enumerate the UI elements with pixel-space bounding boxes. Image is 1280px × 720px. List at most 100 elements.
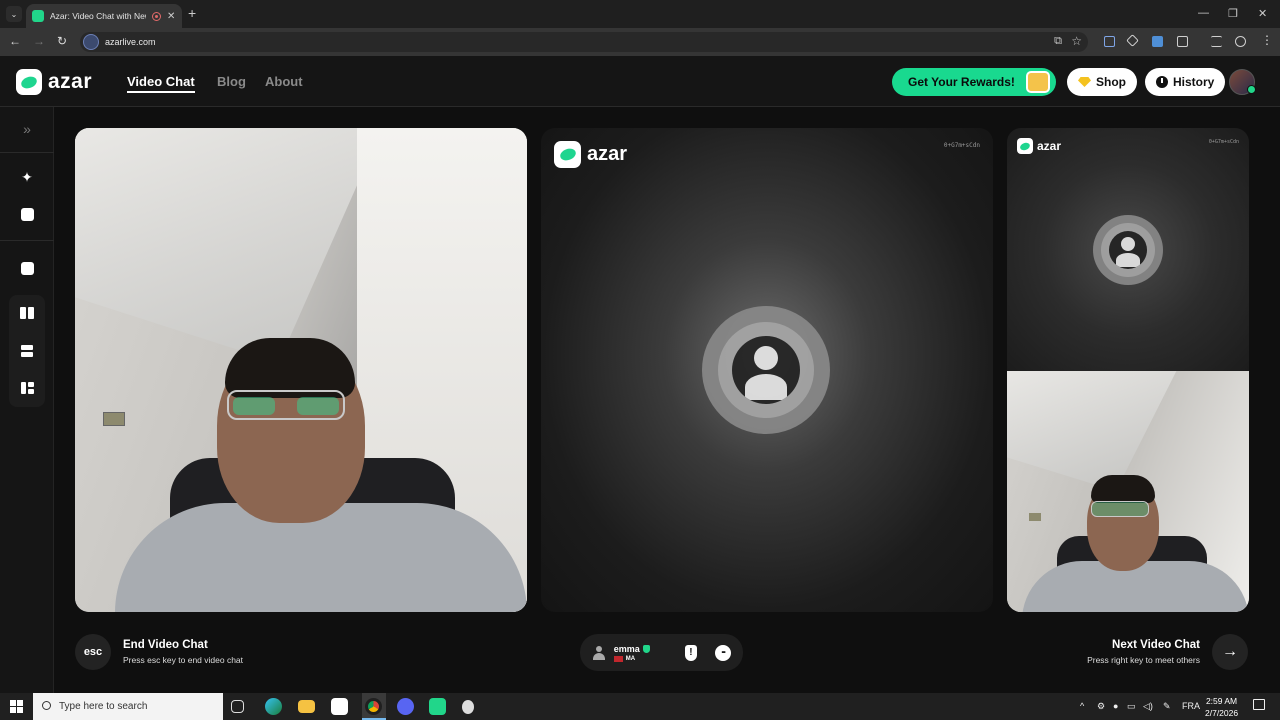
gift-icon bbox=[1026, 71, 1050, 93]
face-icon[interactable] bbox=[17, 204, 37, 224]
taskbar-clock[interactable]: 2:59 AM 2/7/2026 bbox=[1205, 695, 1238, 719]
shop-label: Shop bbox=[1096, 75, 1126, 89]
nav-blog[interactable]: Blog bbox=[217, 74, 246, 89]
azar-logo-icon bbox=[554, 141, 581, 168]
preview-watermark-text: azar bbox=[1037, 139, 1062, 153]
url-field[interactable]: azarlive.com ⧉ ☆ bbox=[80, 32, 1088, 52]
sidebar-divider bbox=[0, 240, 54, 241]
next-arrow-button[interactable]: → bbox=[1212, 634, 1248, 670]
store-icon[interactable] bbox=[331, 698, 348, 715]
volume-icon[interactable]: ◁) bbox=[1143, 701, 1153, 712]
next-chat-hint: Press right key to meet others bbox=[1087, 655, 1200, 665]
remote-watermark: azar bbox=[554, 141, 627, 168]
azar-logo-icon bbox=[16, 69, 42, 95]
dice-icon[interactable] bbox=[17, 258, 37, 278]
close-window-button[interactable]: ✕ bbox=[1258, 7, 1267, 20]
back-icon[interactable]: ← bbox=[9, 34, 21, 48]
remote-video: azar 0+G7m+sCdn bbox=[541, 128, 993, 612]
search-icon bbox=[42, 701, 51, 710]
url-text: azarlive.com bbox=[105, 37, 156, 47]
partner-info-bar: emma MA ! ••• bbox=[580, 634, 743, 671]
layout-grid-icon[interactable] bbox=[17, 378, 37, 398]
file-explorer-icon[interactable] bbox=[298, 700, 315, 713]
history-label: History bbox=[1173, 75, 1215, 89]
rewards-label: Get Your Rewards! bbox=[908, 75, 1015, 89]
tab-close-button[interactable]: ✕ bbox=[167, 11, 175, 22]
nav-video-chat[interactable]: Video Chat bbox=[127, 74, 195, 93]
self-preview-video bbox=[1007, 371, 1249, 612]
extension-blue-icon[interactable] bbox=[1152, 36, 1163, 47]
next-chat-title: Next Video Chat bbox=[1112, 639, 1200, 651]
reload-icon[interactable]: ↻ bbox=[57, 34, 67, 48]
pen-icon[interactable]: ✎ bbox=[1163, 701, 1171, 712]
azar-app-icon[interactable] bbox=[429, 698, 446, 715]
azar-favicon-icon bbox=[32, 10, 44, 22]
person-icon bbox=[732, 336, 800, 404]
remote-watermark-text: azar bbox=[587, 143, 628, 165]
recording-icon bbox=[152, 11, 161, 21]
layout-stack-icon[interactable] bbox=[17, 341, 37, 361]
microphone-icon[interactable]: ● bbox=[1113, 701, 1118, 711]
more-menu-icon[interactable]: ⋮ bbox=[1261, 33, 1273, 47]
magic-wand-icon[interactable]: ✦ bbox=[17, 167, 37, 187]
report-button[interactable]: ! bbox=[684, 644, 698, 661]
task-view-icon[interactable] bbox=[231, 700, 244, 713]
azar-logo-icon bbox=[1017, 138, 1033, 154]
address-bar-row: ← → ↻ azarlive.com ⧉ ☆ ⋮ bbox=[0, 28, 1280, 56]
tray-chevron-icon[interactable]: ^ bbox=[1080, 701, 1084, 711]
windows-start-icon[interactable] bbox=[10, 700, 23, 713]
tab-title: Azar: Video Chat with New bbox=[50, 11, 146, 21]
chat-button[interactable]: ••• bbox=[715, 644, 731, 661]
discord-icon[interactable] bbox=[397, 698, 414, 715]
avatar-status-badge bbox=[1247, 85, 1256, 94]
network-icon[interactable]: ▭ bbox=[1127, 701, 1136, 712]
install-app-icon[interactable]: ⧉ bbox=[1054, 35, 1062, 48]
clock-time: 2:59 AM bbox=[1205, 696, 1238, 706]
logo-text: azar bbox=[48, 70, 93, 93]
tray-settings-icon[interactable]: ⚙ bbox=[1097, 701, 1105, 712]
partner-country: MA bbox=[625, 655, 636, 662]
restore-button[interactable]: ❐ bbox=[1228, 7, 1238, 20]
app-icon[interactable] bbox=[462, 700, 474, 714]
bookmark-star-icon[interactable]: ☆ bbox=[1071, 34, 1082, 48]
left-sidebar: » ✦ bbox=[0, 107, 54, 693]
forward-icon[interactable]: → bbox=[33, 34, 45, 48]
flag-icon bbox=[613, 655, 623, 662]
next-chat-control[interactable]: Next Video Chat Press right key to meet … bbox=[1087, 634, 1248, 670]
azar-logo[interactable]: azar bbox=[16, 69, 92, 95]
expand-icon[interactable]: » bbox=[17, 119, 37, 139]
notifications-icon[interactable] bbox=[1253, 699, 1265, 710]
chevron-down-icon: ⌄ bbox=[10, 9, 18, 19]
get-rewards-button[interactable]: Get Your Rewards! bbox=[892, 68, 1056, 96]
end-chat-control[interactable]: esc End Video Chat Press esc key to end … bbox=[75, 634, 243, 670]
profile-icon[interactable] bbox=[1235, 36, 1246, 47]
end-chat-title: End Video Chat bbox=[123, 639, 208, 651]
sidebar-divider bbox=[0, 152, 54, 153]
chrome-icon[interactable] bbox=[365, 698, 382, 715]
taskbar-search-box[interactable]: Type here to search bbox=[33, 693, 223, 720]
layout-split-icon[interactable] bbox=[17, 303, 37, 323]
browser-tab[interactable]: Azar: Video Chat with New ✕ bbox=[26, 4, 182, 28]
end-chat-hint: Press esc key to end video chat bbox=[123, 655, 244, 665]
edge-icon[interactable] bbox=[265, 698, 282, 715]
reading-list-icon[interactable] bbox=[1211, 36, 1222, 47]
esc-key-button[interactable]: esc bbox=[75, 634, 111, 670]
nav-about[interactable]: About bbox=[265, 74, 303, 89]
preview-remote-panel: azar 0+G7m+sCdn bbox=[1007, 128, 1249, 371]
language-indicator[interactable]: FRA bbox=[1182, 701, 1200, 711]
history-button[interactable]: History bbox=[1145, 68, 1226, 96]
extension-diamond-icon[interactable] bbox=[1126, 34, 1139, 47]
extensions-puzzle-icon[interactable] bbox=[1177, 36, 1188, 47]
shop-button[interactable]: Shop bbox=[1067, 68, 1137, 96]
clock-date: 2/7/2026 bbox=[1205, 708, 1239, 718]
person-icon bbox=[1109, 231, 1147, 269]
translate-extension-icon[interactable] bbox=[1104, 36, 1115, 47]
clock-icon bbox=[1156, 76, 1168, 88]
tab-search-button[interactable]: ⌄ bbox=[6, 6, 22, 22]
new-tab-button[interactable]: + bbox=[188, 5, 196, 21]
windows-taskbar: Type here to search ^ ⚙ ● ▭ ◁) ✎ FRA 2:5… bbox=[0, 693, 1280, 720]
remote-session-code: 0+G7m+sCdn bbox=[943, 142, 980, 149]
minimize-button[interactable]: — bbox=[1198, 7, 1209, 19]
browser-tab-bar: ⌄ Azar: Video Chat with New ✕ + — ❐ ✕ bbox=[0, 0, 1280, 28]
site-info-icon[interactable] bbox=[83, 34, 99, 50]
